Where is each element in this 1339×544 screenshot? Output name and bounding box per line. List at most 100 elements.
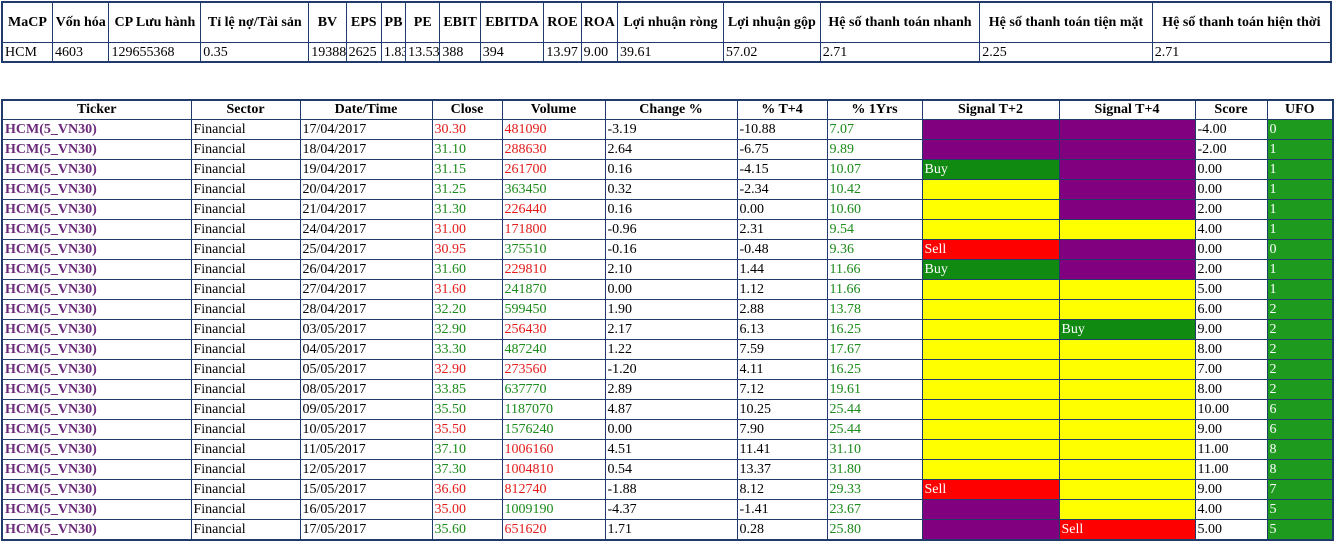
table-row: HCM(5_VN30) Financial 19/04/2017 31.15 26170… [1, 159, 1334, 180]
date-cell: 17/04/2017 [299, 119, 433, 140]
volume-cell: 261700 [501, 159, 606, 180]
ufo-cell: 8 [1266, 439, 1334, 460]
ticker-cell: HCM(5_VN30) [1, 459, 192, 480]
summary-header-cell: Hệ số thanh toán tiện mặt [979, 1, 1153, 43]
close-cell: 31.10 [431, 139, 503, 160]
signal-t2-cell [921, 199, 1060, 220]
summary-header-cell: Lợi nhuận ròng [616, 1, 724, 43]
ufo-cell: 0 [1266, 119, 1334, 140]
ufo-cell: 1 [1266, 179, 1334, 200]
signal-t2-cell: Buy [921, 259, 1060, 280]
signal-header-row: Ticker Sector Date/Time Close Volume Change %… [1, 99, 1334, 120]
signal-t4-cell [1058, 119, 1196, 140]
ufo-cell: 2 [1266, 299, 1334, 320]
table-row: HCM(5_VN30) Financial 10/05/2017 35.50 15762… [1, 419, 1334, 440]
close-cell: 31.30 [431, 199, 503, 220]
table-row: HCM(5_VN30) Financial 17/04/2017 30.30 48109… [1, 119, 1334, 140]
ticker-cell: HCM(5_VN30) [1, 479, 192, 500]
t4-percent-cell: 6.13 [736, 319, 828, 340]
close-cell: 31.15 [431, 159, 503, 180]
score-cell: 9.00 [1194, 479, 1268, 500]
table-row: HCM(5_VN30) Financial 11/05/2017 37.10 10061… [1, 439, 1334, 460]
signal-t2-cell [921, 359, 1060, 380]
date-cell: 21/04/2017 [299, 199, 433, 220]
one-year-percent-cell: 16.25 [826, 359, 923, 380]
ticker-cell: HCM(5_VN30) [1, 279, 192, 300]
date-cell: 18/04/2017 [299, 139, 433, 160]
one-year-percent-cell: 10.07 [826, 159, 923, 180]
volume-cell: 1009190 [501, 499, 606, 520]
signal-t4-cell [1058, 379, 1196, 400]
table-row: HCM(5_VN30) Financial 21/04/2017 31.30 22644… [1, 199, 1334, 220]
summary-header-cell: PE [405, 1, 441, 43]
score-cell: 2.00 [1194, 199, 1268, 220]
date-cell: 10/05/2017 [299, 419, 433, 440]
close-cell: 35.60 [431, 519, 503, 541]
change-percent-cell: 1.71 [604, 519, 738, 541]
date-cell: 24/04/2017 [299, 219, 433, 240]
summary-cell: 2.71 [819, 42, 981, 63]
column-header: % T+4 [736, 99, 828, 120]
sector-cell: Financial [190, 419, 301, 440]
t4-percent-cell: 13.37 [736, 459, 828, 480]
date-cell: 03/05/2017 [299, 319, 433, 340]
close-cell: 35.50 [431, 399, 503, 420]
signal-t4-cell [1058, 419, 1196, 440]
column-header: UFO [1266, 99, 1334, 120]
t4-percent-cell: 0.28 [736, 519, 828, 541]
ufo-cell: 1 [1266, 159, 1334, 180]
signal-t4-cell [1058, 179, 1196, 200]
table-row: HCM(5_VN30) Financial 24/04/2017 31.00 17180… [1, 219, 1334, 240]
ticker-cell: HCM(5_VN30) [1, 179, 192, 200]
score-cell: -2.00 [1194, 139, 1268, 160]
one-year-percent-cell: 19.61 [826, 379, 923, 400]
table-row: HCM(5_VN30) Financial 12/05/2017 37.30 10048… [1, 459, 1334, 480]
volume-cell: 241870 [501, 279, 606, 300]
volume-cell: 599450 [501, 299, 606, 320]
summary-cell: 13.97 [543, 42, 582, 63]
change-percent-cell: 0.32 [604, 179, 738, 200]
column-header: Ticker [1, 99, 192, 120]
close-cell: 33.30 [431, 339, 503, 360]
one-year-percent-cell: 29.33 [826, 479, 923, 500]
signal-t4-cell [1058, 459, 1196, 480]
sector-cell: Financial [190, 359, 301, 380]
summary-cell: 2.71 [1151, 42, 1332, 63]
change-percent-cell: -1.20 [604, 359, 738, 380]
ticker-cell: HCM(5_VN30) [1, 439, 192, 460]
signal-t4-cell [1058, 299, 1196, 320]
change-percent-cell: 4.87 [604, 399, 738, 420]
summary-cell: 13.53 [405, 42, 441, 63]
sector-cell: Financial [190, 379, 301, 400]
table-row: HCM(5_VN30) Financial 17/05/2017 35.60 65162… [1, 519, 1334, 541]
change-percent-cell: 1.90 [604, 299, 738, 320]
change-percent-cell: 0.54 [604, 459, 738, 480]
date-cell: 12/05/2017 [299, 459, 433, 480]
change-percent-cell: 0.16 [604, 159, 738, 180]
t4-percent-cell: 2.88 [736, 299, 828, 320]
one-year-percent-cell: 10.42 [826, 179, 923, 200]
one-year-percent-cell: 11.66 [826, 259, 923, 280]
ufo-cell: 2 [1266, 359, 1334, 380]
ufo-cell: 1 [1266, 139, 1334, 160]
summary-table: MaCP Vốn hóa CP Lưu hành Tỉ lệ nợ/Tài sản BV… [1, 1, 1332, 63]
one-year-percent-cell: 7.07 [826, 119, 923, 140]
one-year-percent-cell: 10.60 [826, 199, 923, 220]
table-row: HCM(5_VN30) Financial 20/04/2017 31.25 36345… [1, 179, 1334, 200]
signal-t2-cell [921, 319, 1060, 340]
close-cell: 37.30 [431, 459, 503, 480]
ticker-cell: HCM(5_VN30) [1, 219, 192, 240]
summary-cell: 2625 [345, 42, 382, 63]
signal-t2-cell [921, 139, 1060, 160]
sector-cell: Financial [190, 179, 301, 200]
close-cell: 35.50 [431, 419, 503, 440]
close-cell: 35.00 [431, 499, 503, 520]
t4-percent-cell: 2.31 [736, 219, 828, 240]
close-cell: 31.60 [431, 279, 503, 300]
summary-cell: 9.00 [580, 42, 618, 63]
score-cell: 9.00 [1194, 319, 1268, 340]
summary-cell: 394 [479, 42, 545, 63]
ufo-cell: 2 [1266, 379, 1334, 400]
date-cell: 05/05/2017 [299, 359, 433, 380]
sector-cell: Financial [190, 519, 301, 541]
